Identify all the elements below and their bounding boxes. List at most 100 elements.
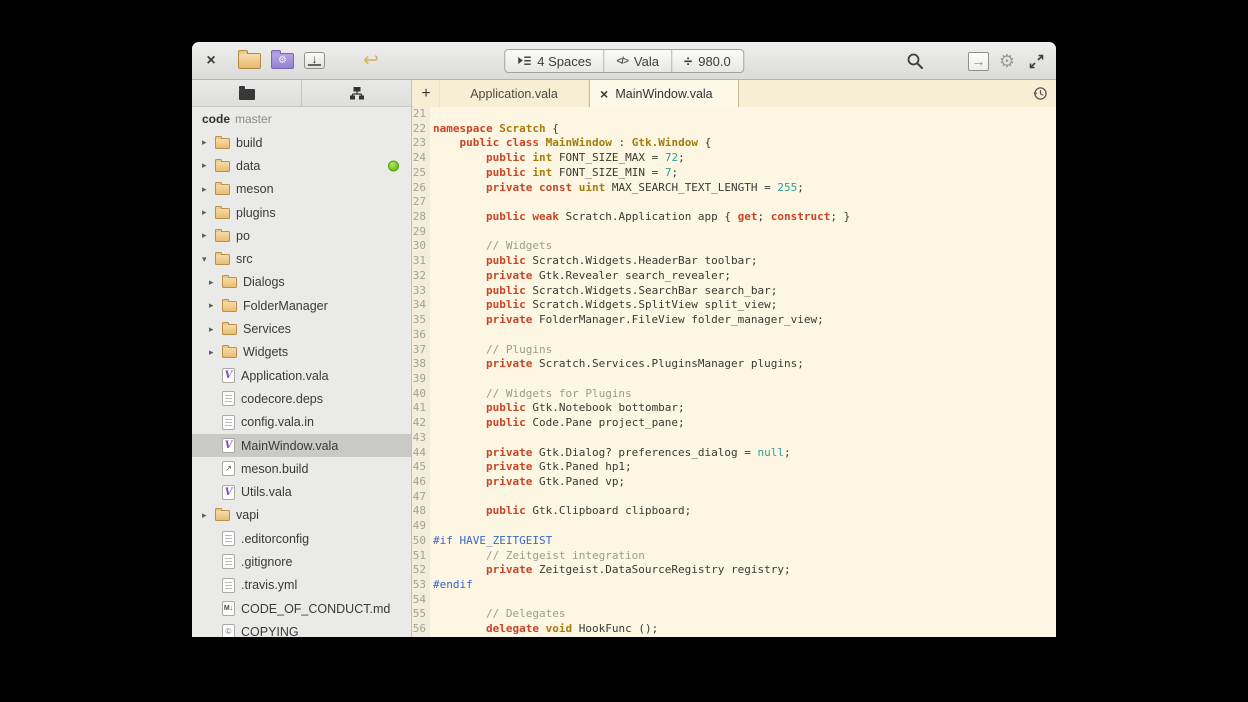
code-line[interactable]: 54 (412, 593, 1056, 608)
tab-close-icon[interactable]: × (600, 87, 608, 101)
sidebar-item-utils-vala[interactable]: VUtils.vala (192, 480, 411, 503)
sidebar-item-meson-build[interactable]: ↗meson.build (192, 457, 411, 480)
project-view-toggle[interactable] (192, 80, 302, 106)
save-icon[interactable]: ↓ (304, 52, 325, 69)
open-folder-icon[interactable] (238, 53, 261, 69)
gear-icon[interactable]: ⚙ (999, 52, 1015, 70)
sidebar-item-services[interactable]: ▸Services (192, 317, 411, 340)
sidebar-item-codecore-deps[interactable]: codecore.deps (192, 387, 411, 410)
collapsed-expander-icon[interactable]: ▸ (202, 230, 215, 241)
folder-icon (215, 254, 230, 265)
sidebar-item--travis-yml[interactable]: .travis.yml (192, 574, 411, 597)
code-line[interactable]: 29 (412, 225, 1056, 240)
language-button[interactable]: </> Vala (604, 50, 672, 72)
code-line[interactable]: 47 (412, 490, 1056, 505)
line-content: #endif (430, 578, 473, 593)
share-icon[interactable]: → (968, 52, 989, 71)
collapsed-expander-icon[interactable]: ▸ (209, 324, 222, 335)
sidebar-item-application-vala[interactable]: VApplication.vala (192, 364, 411, 387)
code-line[interactable]: 42 public Code.Pane project_pane; (412, 416, 1056, 431)
sidebar-item--gitignore[interactable]: .gitignore (192, 550, 411, 573)
code-line[interactable]: 48 public Gtk.Clipboard clipboard; (412, 504, 1056, 519)
sidebar-item-vapi[interactable]: ▸vapi (192, 504, 411, 527)
undo-icon[interactable]: ↩ (363, 51, 379, 70)
sidebar-item-widgets[interactable]: ▸Widgets (192, 341, 411, 364)
collapsed-expander-icon[interactable]: ▸ (209, 277, 222, 288)
goto-line-button[interactable]: ÷ 980.0 (672, 50, 743, 72)
project-root-row[interactable]: code master (192, 107, 411, 131)
sidebar-item-po[interactable]: ▸po (192, 224, 411, 247)
sidebar-item-copying[interactable]: ©COPYING (192, 620, 411, 637)
sidebar-item-code-of-conduct-md[interactable]: M↓CODE_OF_CONDUCT.md (192, 597, 411, 620)
code-line[interactable]: 23 public class MainWindow : Gtk.Window … (412, 136, 1056, 151)
sidebar-item-config-vala-in[interactable]: config.vala.in (192, 411, 411, 434)
code-line[interactable]: 46 private Gtk.Paned vp; (412, 475, 1056, 490)
sidebar-item-dialogs[interactable]: ▸Dialogs (192, 271, 411, 294)
code-line[interactable]: 30 // Widgets (412, 239, 1056, 254)
code-line[interactable]: 49 (412, 519, 1056, 534)
sidebar-item--editorconfig[interactable]: .editorconfig (192, 527, 411, 550)
outline-view-toggle[interactable] (302, 80, 412, 106)
collapsed-expander-icon[interactable]: ▸ (202, 184, 215, 195)
code-line[interactable]: 50#if HAVE_ZEITGEIST (412, 534, 1056, 549)
code-line[interactable]: 41 public Gtk.Notebook bottombar; (412, 401, 1056, 416)
code-line[interactable]: 25 public int FONT_SIZE_MIN = 7; (412, 166, 1056, 181)
collapsed-expander-icon[interactable]: ▸ (202, 137, 215, 148)
code-line[interactable]: 33 public Scratch.Widgets.SearchBar sear… (412, 284, 1056, 299)
window-close-button[interactable]: × (198, 52, 224, 70)
code-line[interactable]: 39 (412, 372, 1056, 387)
tab-application-vala[interactable]: Application.vala (439, 80, 589, 107)
sidebar-item-foldermanager[interactable]: ▸FolderManager (192, 294, 411, 317)
sidebar-item-label: CODE_OF_CONDUCT.md (241, 602, 390, 616)
code-line[interactable]: 43 (412, 431, 1056, 446)
collapsed-expander-icon[interactable]: ▸ (209, 347, 222, 358)
code-line[interactable]: 36 (412, 328, 1056, 343)
indent-icon (517, 55, 531, 67)
fullscreen-icon[interactable] (1029, 54, 1044, 69)
sidebar-item-mainwindow-vala[interactable]: VMainWindow.vala (192, 434, 411, 457)
code-line[interactable]: 28 public weak Scratch.Application app {… (412, 210, 1056, 225)
line-content: public int FONT_SIZE_MIN = 7; (430, 166, 678, 181)
collapsed-expander-icon[interactable]: ▸ (202, 160, 215, 171)
sidebar-item-src[interactable]: ▾src (192, 247, 411, 270)
tab-mainwindow-vala[interactable]: ×MainWindow.vala (589, 80, 739, 107)
code-line[interactable]: 55 // Delegates (412, 607, 1056, 622)
line-content: public int FONT_SIZE_MAX = 72; (430, 151, 685, 166)
sidebar-item-data[interactable]: ▸data (192, 154, 411, 177)
source-editor[interactable]: 2122namespace Scratch {23 public class M… (412, 107, 1056, 637)
indentation-button[interactable]: 4 Spaces (505, 50, 604, 72)
code-line[interactable]: 53#endif (412, 578, 1056, 593)
code-line[interactable]: 40 // Widgets for Plugins (412, 387, 1056, 402)
code-line[interactable]: 45 private Gtk.Paned hp1; (412, 460, 1056, 475)
code-line[interactable]: 38 private Scratch.Services.PluginsManag… (412, 357, 1056, 372)
sidebar-item-meson[interactable]: ▸meson (192, 178, 411, 201)
templates-folder-icon[interactable]: ⚙ (271, 53, 294, 69)
code-line[interactable]: 26 private const uint MAX_SEARCH_TEXT_LE… (412, 181, 1056, 196)
code-line[interactable]: 51 // Zeitgeist integration (412, 549, 1056, 564)
save-arrow-glyph: ↓ (312, 53, 318, 65)
code-line[interactable]: 44 private Gtk.Dialog? preferences_dialo… (412, 446, 1056, 461)
code-line[interactable]: 32 private Gtk.Revealer search_revealer; (412, 269, 1056, 284)
collapsed-expander-icon[interactable]: ▸ (202, 207, 215, 218)
new-tab-button[interactable]: + (413, 80, 439, 107)
code-line[interactable]: 37 // Plugins (412, 343, 1056, 358)
collapsed-expander-icon[interactable]: ▸ (202, 510, 215, 521)
code-line[interactable]: 22namespace Scratch { (412, 122, 1056, 137)
sidebar-item-build[interactable]: ▸build (192, 131, 411, 154)
sidebar-item-plugins[interactable]: ▸plugins (192, 201, 411, 224)
search-icon[interactable] (906, 52, 924, 70)
code-line[interactable]: 24 public int FONT_SIZE_MAX = 72; (412, 151, 1056, 166)
code-line[interactable]: 34 public Scratch.Widgets.SplitView spli… (412, 298, 1056, 313)
sidebar-item-label: codecore.deps (241, 392, 323, 406)
code-line[interactable]: 21 (412, 107, 1056, 122)
collapsed-expander-icon[interactable]: ▸ (209, 300, 222, 311)
build-file-icon: ↗ (222, 461, 235, 476)
code-line[interactable]: 35 private FolderManager.FileView folder… (412, 313, 1056, 328)
code-line[interactable]: 31 public Scratch.Widgets.HeaderBar tool… (412, 254, 1056, 269)
code-line[interactable]: 27 (412, 195, 1056, 210)
expanded-expander-icon[interactable]: ▾ (202, 254, 215, 265)
code-line[interactable]: 56 delegate void HookFunc (); (412, 622, 1056, 637)
code-line[interactable]: 52 private Zeitgeist.DataSourceRegistry … (412, 563, 1056, 578)
language-label: Vala (634, 54, 659, 69)
history-icon[interactable] (1024, 80, 1056, 107)
